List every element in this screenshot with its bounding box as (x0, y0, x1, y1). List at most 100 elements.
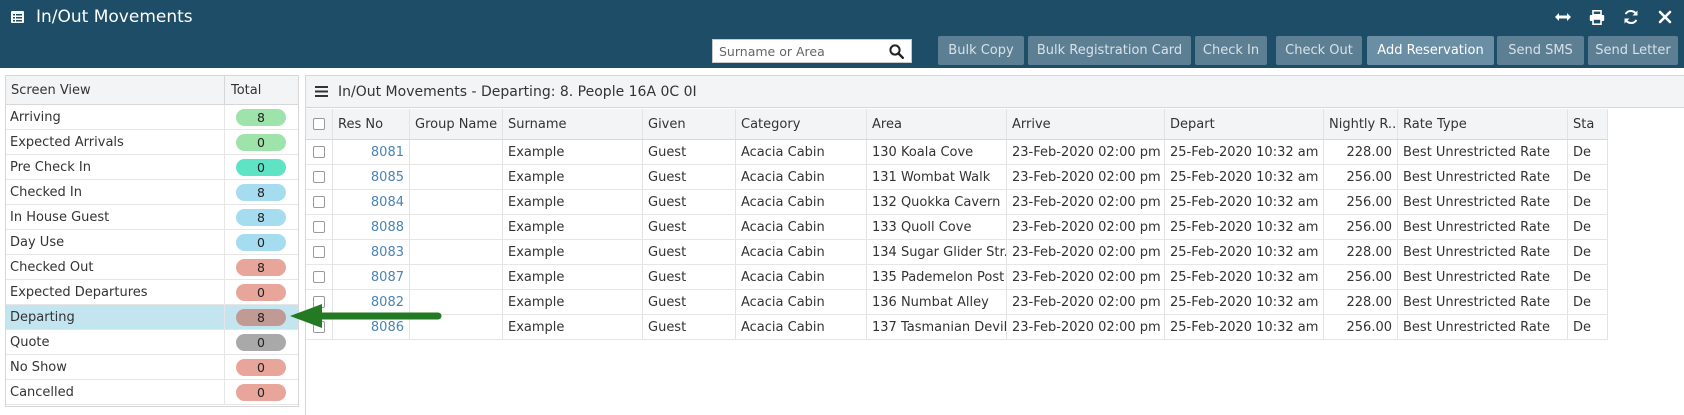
res-no-link[interactable]: 8085 (333, 165, 410, 189)
table-row[interactable]: 8088 Example Guest Acacia Cabin 133 Quoll Co… (306, 215, 1608, 240)
res-no-link[interactable]: 8081 (333, 140, 410, 164)
screen-view-item-checked-out[interactable]: Checked Out 8 (6, 255, 298, 280)
column-header[interactable]: Group Name (410, 109, 503, 139)
page-title: In/Out Movements (36, 7, 193, 27)
total-cell: 0 (225, 233, 298, 251)
screen-view-item-day-use[interactable]: Day Use 0 (6, 230, 298, 255)
total-cell: 8 (225, 258, 298, 276)
screen-view-item-cancelled[interactable]: Cancelled 0 (6, 380, 298, 405)
table-row[interactable]: 8086 Example Guest Acacia Cabin 137 Tasmania… (306, 315, 1608, 340)
screen-view-item-pre-check-in[interactable]: Pre Check In 0 (6, 155, 298, 180)
bulk-copy-button[interactable]: Bulk Copy (938, 36, 1024, 65)
check-in-button[interactable]: Check In (1195, 36, 1267, 65)
grid-title: In/Out Movements - Departing: 8. People … (338, 83, 697, 100)
cell-depart: 25-Feb-2020 10:32 am (1165, 190, 1324, 214)
screen-view-item-label: Day Use (6, 230, 225, 254)
print-icon[interactable] (1588, 8, 1606, 26)
total-cell: 0 (225, 133, 298, 151)
cell-rate-type: Best Unrestricted Rate (1398, 165, 1568, 189)
add-reservation-button[interactable]: Add Reservation (1367, 36, 1494, 65)
screen-view-item-expected-arrivals[interactable]: Expected Arrivals 0 (6, 130, 298, 155)
cell-given: Guest (643, 290, 736, 314)
cell-arrive: 23-Feb-2020 02:00 pm (1007, 215, 1165, 239)
table-row[interactable]: 8085 Example Guest Acacia Cabin 131 Wombat W… (306, 165, 1608, 190)
resize-icon[interactable] (1554, 8, 1572, 26)
cell-surname: Example (503, 240, 643, 264)
search-input[interactable] (713, 40, 883, 62)
send-letter-button[interactable]: Send Letter (1588, 36, 1678, 65)
column-header[interactable]: Rate Type (1398, 109, 1568, 139)
cell-given: Guest (643, 165, 736, 189)
res-no-link[interactable]: 8084 (333, 190, 410, 214)
cell-depart: 25-Feb-2020 10:32 am (1165, 240, 1324, 264)
refresh-icon[interactable] (1622, 8, 1640, 26)
table-row[interactable]: 8084 Example Guest Acacia Cabin 132 Quokka C… (306, 190, 1608, 215)
screen-view-item-expected-departures[interactable]: Expected Departures 0 (6, 280, 298, 305)
column-header[interactable]: Surname (503, 109, 643, 139)
screen-view-item-quote[interactable]: Quote 0 (6, 330, 298, 355)
hamburger-menu-icon[interactable] (315, 86, 328, 97)
cell-category: Acacia Cabin (736, 215, 867, 239)
cell-area: 136 Numbat Alley (867, 290, 1007, 314)
cell-surname: Example (503, 215, 643, 239)
row-checkbox[interactable] (313, 221, 325, 233)
cell-rate: 228.00 (1324, 290, 1398, 314)
cell-given: Guest (643, 215, 736, 239)
res-no-link[interactable]: 8083 (333, 240, 410, 264)
res-no-link[interactable]: 8088 (333, 215, 410, 239)
cell-surname: Example (503, 190, 643, 214)
table-row[interactable]: 8083 Example Guest Acacia Cabin 134 Sugar Gl… (306, 240, 1608, 265)
screen-view-item-departing[interactable]: Departing 8 (6, 305, 298, 330)
column-header[interactable]: Depart (1165, 109, 1324, 139)
close-icon[interactable] (1656, 8, 1674, 26)
send-sms-button[interactable]: Send SMS (1497, 36, 1584, 65)
screen-view-item-label: Expected Arrivals (6, 130, 225, 154)
screen-view-item-in-house-guest[interactable]: In House Guest 8 (6, 205, 298, 230)
table-row[interactable]: 8081 Example Guest Acacia Cabin 130 Koala Co… (306, 140, 1608, 165)
screen-view-item-label: Quote (6, 330, 225, 354)
cell-rate: 256.00 (1324, 215, 1398, 239)
row-checkbox[interactable] (313, 196, 325, 208)
cell-category: Acacia Cabin (736, 240, 867, 264)
screen-view-item-no-show[interactable]: No Show 0 (6, 355, 298, 380)
screen-view-item-arriving[interactable]: Arriving 8 (6, 105, 298, 130)
cell-area: 130 Koala Cove (867, 140, 1007, 164)
column-header[interactable]: Res No (333, 109, 410, 139)
row-checkbox[interactable] (313, 171, 325, 183)
res-no-link[interactable]: 8087 (333, 265, 410, 289)
column-header[interactable]: Sta (1568, 109, 1608, 139)
count-badge: 0 (236, 358, 286, 376)
row-checkbox[interactable] (313, 271, 325, 283)
cell-rate-type: Best Unrestricted Rate (1398, 215, 1568, 239)
cell-rate-type: Best Unrestricted Rate (1398, 315, 1568, 339)
screen-view-item-label: Checked Out (6, 255, 225, 279)
column-header[interactable]: Nightly R... (1324, 109, 1398, 139)
cell-depart: 25-Feb-2020 10:32 am (1165, 140, 1324, 164)
arrow-left-icon (290, 304, 442, 328)
row-checkbox[interactable] (313, 246, 325, 258)
table-row[interactable]: 8087 Example Guest Acacia Cabin 135 Pademelo… (306, 265, 1608, 290)
cell-status: De (1568, 215, 1608, 239)
check-out-button[interactable]: Check Out (1276, 36, 1362, 65)
select-all-checkbox[interactable] (313, 118, 325, 130)
column-header[interactable]: Area (867, 109, 1007, 139)
cell-surname: Example (503, 290, 643, 314)
title-area: In/Out Movements (11, 7, 193, 27)
table-row[interactable]: 8082 Example Guest Acacia Cabin 136 Numbat A… (306, 290, 1608, 315)
row-checkbox[interactable] (313, 146, 325, 158)
cell-arrive: 23-Feb-2020 02:00 pm (1007, 140, 1165, 164)
cell-depart: 25-Feb-2020 10:32 am (1165, 315, 1324, 339)
cell-depart: 25-Feb-2020 10:32 am (1165, 165, 1324, 189)
search-icon[interactable] (889, 44, 904, 59)
screen-view-item-checked-in[interactable]: Checked In 8 (6, 180, 298, 205)
column-header[interactable]: Arrive (1007, 109, 1165, 139)
cell-status: De (1568, 315, 1608, 339)
screen-view-header: Screen View Total (6, 76, 298, 105)
column-header[interactable]: Given (643, 109, 736, 139)
screen-view-item-label: Expected Departures (6, 280, 225, 304)
bulk-registration-card-button[interactable]: Bulk Registration Card (1028, 36, 1191, 65)
cell-category: Acacia Cabin (736, 140, 867, 164)
cell-area: 135 Pademelon Post (867, 265, 1007, 289)
total-cell: 8 (225, 108, 298, 126)
column-header[interactable]: Category (736, 109, 867, 139)
